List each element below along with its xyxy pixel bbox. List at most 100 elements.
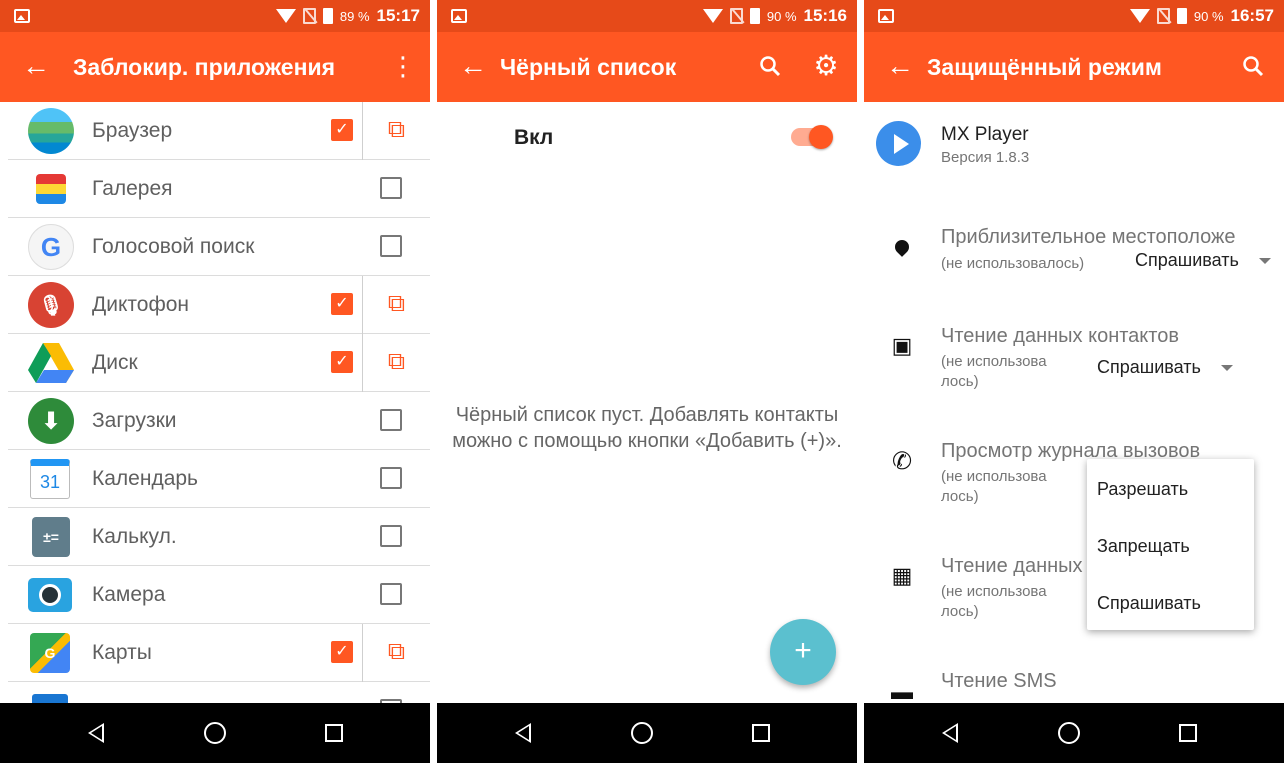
battery-charging-icon [1176,8,1187,24]
lock-checkbox[interactable] [380,583,402,605]
nav-recents-icon[interactable] [1179,724,1197,742]
lock-checkbox[interactable]: ✓ [331,119,353,141]
nav-home-icon[interactable] [204,722,226,744]
list-item[interactable]: Браузер ✓ ⧉ [8,102,430,160]
battery-icon [322,8,333,24]
open-external-icon[interactable]: ⧉ [362,334,430,392]
google-voice-search-icon: G [28,224,74,270]
no-sim-icon [1156,8,1170,24]
navigation-bar [437,703,857,763]
list-item[interactable]: 🎙 Диктофон ✓ ⧉ [8,276,430,334]
navigation-bar [864,703,1284,763]
page-title: Чёрный список [500,54,677,80]
app-label: Диск [92,351,138,374]
nav-back-icon[interactable] [515,723,531,743]
screen-blacklist: 90 % 15:16 ← Чёрный список ⚙ Вкл Чёрный … [437,0,857,763]
nav-back-icon[interactable] [88,723,104,743]
list-item[interactable]: ±= Калькул. [8,508,430,566]
nav-recents-icon[interactable] [325,724,343,742]
page-title: Заблокир. приложения [73,54,336,80]
divider [430,0,437,763]
nav-home-icon[interactable] [631,722,653,744]
permission-title: Чтение данных [941,555,1083,577]
battery-percent: 90 % [1193,8,1224,24]
maps-icon: G [30,633,70,673]
google-drive-icon [28,340,74,386]
navigation-bar [0,703,430,763]
image-notification-icon [14,9,30,23]
more-options-icon[interactable]: ⋮ [387,50,419,82]
app-name: MX Player [941,124,1029,145]
contacts-icon: ▣ [891,333,913,358]
calendar-icon: 31 [30,459,70,499]
blacklist-toggle[interactable] [791,125,833,149]
settings-gear-icon[interactable]: ⚙ [810,50,842,82]
permission-status: (не использова лось) [941,468,1047,505]
list-item[interactable]: 31 Календарь [8,450,430,508]
chevron-down-icon [1258,258,1271,265]
permission-dropdown[interactable]: Спрашивать [1135,250,1271,271]
lock-checkbox[interactable]: ✓ [331,641,353,663]
download-icon: ⬇ [28,398,74,444]
phone-icon: ✆ [891,448,913,475]
app-label: Карты [92,641,152,664]
list-item[interactable]: Галерея [8,160,430,218]
nav-recents-icon[interactable] [752,724,770,742]
open-external-icon[interactable]: ⧉ [362,276,430,334]
status-bar: 90 % 16:57 [864,0,1284,32]
no-sim-icon [729,8,743,24]
back-arrow-icon[interactable]: ← [459,52,487,80]
browser-icon [28,108,74,154]
list-item[interactable]: Диск ✓ ⧉ [8,334,430,392]
app-label: Камера [92,583,166,606]
wifi-icon [702,9,723,23]
app-bar: ← Защищённый режим [864,32,1284,102]
app-label: Голосовой поиск [92,235,255,258]
back-arrow-icon[interactable]: ← [886,52,914,80]
battery-percent: 89 % [339,8,370,24]
dropdown-value: Спрашивать [1097,357,1201,377]
lock-checkbox[interactable] [380,525,402,547]
app-version: Версия 1.8.3 [941,149,1030,166]
menu-item-ask[interactable]: Спрашивать [1097,593,1201,614]
menu-item-deny[interactable]: Запрещать [1097,536,1190,557]
search-icon[interactable] [1237,50,1269,84]
gallery-icon [36,174,66,204]
menu-item-allow[interactable]: Разрешать [1097,479,1188,500]
search-icon[interactable] [754,50,786,86]
list-item[interactable]: ⬇ Загрузки [8,392,430,450]
page-title: Защищённый режим [927,54,1162,80]
microphone-icon: 🎙 [28,282,74,328]
lock-checkbox[interactable] [380,467,402,489]
lock-checkbox[interactable]: ✓ [331,293,353,315]
permission-status: (не использова лось) [941,353,1047,390]
empty-state-message: Чёрный список пуст. Добавлять контакты м… [452,404,842,452]
screen-protected-mode: 90 % 16:57 ← Защищённый режим MX Player … [864,0,1284,763]
list-item[interactable]: G Голосовой поиск [8,218,430,276]
add-button[interactable]: + [770,619,836,685]
lock-checkbox[interactable]: ✓ [331,351,353,373]
chevron-down-icon [1220,365,1233,372]
permission-options-menu: Разрешать Запрещать Спрашивать [1087,459,1254,630]
battery-percent: 90 % [766,8,797,24]
open-external-icon[interactable]: ⧉ [362,624,430,682]
lock-checkbox[interactable] [380,409,402,431]
nav-home-icon[interactable] [1058,722,1080,744]
list-item[interactable]: Камера [8,566,430,624]
open-external-icon[interactable]: ⧉ [362,102,430,160]
back-arrow-icon[interactable]: ← [22,52,50,80]
dropdown-value: Спрашивать [1135,250,1239,270]
mx-player-icon [876,121,921,166]
image-notification-icon [878,9,894,23]
lock-checkbox[interactable] [380,177,402,199]
sms-icon: ▬ [891,679,913,704]
clock: 15:17 [376,6,420,25]
nav-back-icon[interactable] [942,723,958,743]
screen-locked-apps: 89 % 15:17 ← Заблокир. приложения ⋮ Брау… [0,0,430,763]
permission-title: Чтение данных контактов [941,325,1179,347]
status-bar: 90 % 15:16 [437,0,857,32]
list-item[interactable]: G Карты ✓ ⧉ [8,624,430,682]
image-notification-icon [451,9,467,23]
permission-dropdown[interactable]: Спрашивать [1097,357,1233,378]
lock-checkbox[interactable] [380,235,402,257]
